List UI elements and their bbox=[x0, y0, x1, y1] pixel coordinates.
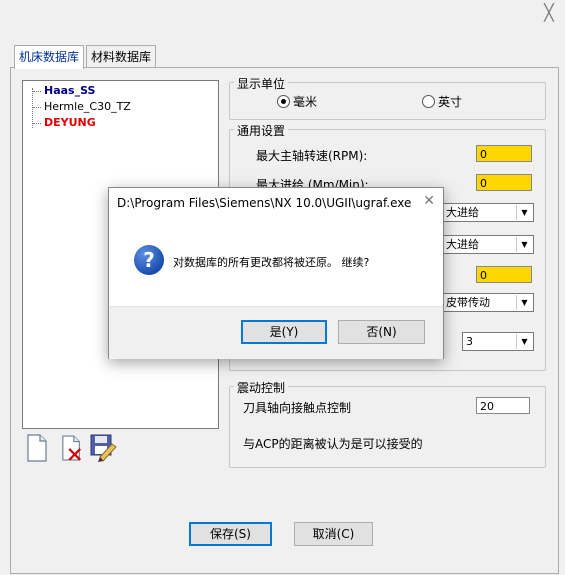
contact-control-label: 刀具轴向接触点控制 bbox=[243, 401, 352, 415]
dialog-footer: 是(Y) 否(N) bbox=[109, 306, 443, 359]
chevron-down-icon: ▼ bbox=[516, 334, 532, 349]
select-value: 大进给 bbox=[446, 238, 479, 251]
tab-material-database[interactable]: 材料数据库 bbox=[86, 45, 157, 68]
select-value: 3 bbox=[466, 335, 473, 348]
chevron-down-icon: ▼ bbox=[516, 205, 532, 220]
confirm-dialog: D:\Program Files\Siemens\NX 10.0\UGII\ug… bbox=[108, 187, 444, 359]
dialog-message: 对数据库的所有更改都将被还原。 继续? bbox=[173, 256, 370, 269]
drive-type-select[interactable]: 皮带传动 ▼ bbox=[442, 293, 534, 312]
vibration-control-title: 震动控制 bbox=[234, 379, 289, 396]
select-value: 大进给 bbox=[446, 206, 479, 219]
radio-inch[interactable] bbox=[422, 95, 435, 108]
max-spindle-input[interactable]: 0 bbox=[476, 145, 532, 162]
tree-line bbox=[33, 123, 41, 124]
machine-item-hermle[interactable]: Hermle_C30_TZ bbox=[44, 99, 131, 115]
feed-mode-select-2[interactable]: 大进给 ▼ bbox=[442, 235, 534, 254]
save-button[interactable]: 保存(S) bbox=[189, 522, 272, 546]
dialog-title: D:\Program Files\Siemens\NX 10.0\UGII\ug… bbox=[117, 196, 412, 210]
axis-count-select[interactable]: 3 ▼ bbox=[462, 332, 534, 351]
feed-mode-select-1[interactable]: 大进给 ▼ bbox=[442, 203, 534, 222]
cancel-button[interactable]: 取消(C) bbox=[294, 522, 373, 546]
select-value: 皮带传动 bbox=[446, 296, 490, 309]
general-yellow-input-3[interactable]: 0 bbox=[476, 266, 532, 283]
machine-item-haas[interactable]: Haas_SS bbox=[44, 83, 95, 99]
chevron-down-icon: ▼ bbox=[516, 295, 532, 310]
yes-button[interactable]: 是(Y) bbox=[241, 320, 327, 344]
delete-file-icon[interactable] bbox=[61, 434, 83, 462]
window-close-icon[interactable]: ╳ bbox=[540, 4, 558, 22]
tree-line bbox=[32, 88, 33, 128]
radio-inch-label[interactable]: 英寸 bbox=[438, 93, 462, 110]
acp-distance-label: 与ACP的距离被认为是可以接受的 bbox=[243, 437, 423, 451]
tree-line bbox=[33, 107, 41, 108]
close-icon[interactable]: ✕ bbox=[423, 193, 435, 209]
max-spindle-label: 最大主轴转速(RPM): bbox=[256, 149, 368, 163]
general-settings-title: 通用设置 bbox=[234, 122, 289, 139]
max-feed-input[interactable]: 0 bbox=[476, 174, 532, 191]
tab-machine-database[interactable]: 机床数据库 bbox=[14, 45, 85, 69]
chevron-down-icon: ▼ bbox=[516, 237, 532, 252]
display-units-title: 显示单位 bbox=[234, 75, 289, 92]
save-disk-icon[interactable] bbox=[90, 433, 118, 463]
contact-control-input[interactable]: 20 bbox=[476, 397, 530, 414]
tree-line bbox=[33, 91, 41, 92]
machine-item-deyung[interactable]: DEYUNG bbox=[44, 115, 96, 131]
new-file-icon[interactable] bbox=[26, 434, 48, 462]
no-button[interactable]: 否(N) bbox=[338, 320, 425, 344]
radio-mm-label[interactable]: 毫米 bbox=[293, 93, 317, 110]
question-icon: ? bbox=[134, 245, 164, 275]
radio-mm[interactable] bbox=[277, 95, 290, 108]
